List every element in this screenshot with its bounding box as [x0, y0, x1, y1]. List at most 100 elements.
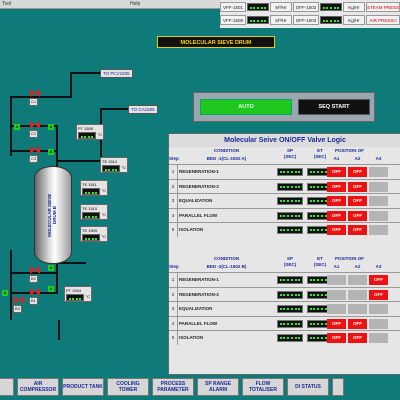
valve-icon[interactable]	[14, 296, 24, 304]
instrument-te1510[interactable]: TE 1510 °C	[80, 204, 108, 220]
valve-position-off[interactable]: OFF	[348, 225, 367, 235]
valve-status-icon: A	[48, 286, 54, 292]
valve-position-empty	[348, 289, 367, 300]
valve-icon[interactable]	[30, 266, 40, 274]
instrument-pt1504[interactable]: PT 1504 °C	[64, 286, 92, 302]
valve-status-icon: A	[48, 265, 54, 271]
sp-readout[interactable]	[277, 226, 303, 234]
nav-button[interactable]: AIR COMPRESSOR	[17, 378, 59, 396]
step-number: 5	[169, 223, 178, 237]
valve-label-c2: C2	[29, 130, 39, 138]
valve-position-empty	[348, 275, 367, 285]
menu-item-tool[interactable]: Tool	[2, 1, 11, 7]
valve-icon[interactable]	[30, 146, 40, 154]
instrument-unit: °C	[101, 188, 107, 193]
sp-readout[interactable]	[277, 182, 303, 191]
valve-position-off[interactable]: OFF	[348, 181, 367, 192]
column-header-position-col: A3	[375, 264, 382, 269]
flow-readout-3	[247, 16, 269, 24]
pipe	[10, 250, 12, 320]
nav-button[interactable]: SP RANGE ALARM	[197, 378, 239, 396]
valve-position-off[interactable]: OFF	[348, 196, 367, 206]
valve-icon[interactable]	[30, 121, 40, 129]
nav-button[interactable]: COOLING TOWER	[107, 378, 149, 396]
column-header-condition: CONDITION	[213, 148, 240, 153]
valve-position-off[interactable]: OFF	[327, 333, 346, 343]
flow-tag-3: VFF-1505	[220, 15, 246, 25]
valve-position-off[interactable]: OFF	[348, 333, 367, 343]
table-row: 5 ISOLATION OFF OFF	[169, 222, 400, 237]
instrument-te1511[interactable]: TE 1511 °C	[80, 180, 108, 196]
instrument-unit: °C	[97, 132, 103, 137]
sp-readout[interactable]	[277, 319, 303, 328]
sp-readout[interactable]	[277, 197, 303, 205]
sp-readout[interactable]	[277, 305, 303, 313]
valve-position-empty	[369, 318, 388, 329]
nav-button[interactable]: PROCESS PARAMETER	[152, 378, 194, 396]
valve-position-off[interactable]: OFF	[348, 318, 367, 329]
valve-position-off[interactable]: OFF	[327, 225, 346, 235]
step-number: 1	[169, 165, 178, 179]
flow-readout-2	[320, 3, 342, 11]
instrument-tag: TE 1509	[82, 228, 98, 233]
instrument-te1509[interactable]: TE 1509 °C	[80, 226, 108, 242]
destination-label: TO CA1506	[128, 105, 158, 114]
auto-button[interactable]: AUTO	[200, 99, 292, 115]
instrument-readout	[82, 234, 100, 241]
column-header-sp-unit: (SEC)	[283, 154, 297, 159]
column-header-position-col: A2	[354, 156, 361, 161]
instrument-te1514[interactable]: TE 1514 °C	[100, 157, 128, 173]
valve-position-off[interactable]: OFF	[327, 167, 346, 177]
nav-button[interactable]: DI STATUS	[287, 378, 329, 396]
nav-button[interactable]: FLOW TOTALISER	[242, 378, 284, 396]
valve-position-off[interactable]: OFF	[348, 167, 367, 177]
valve-position-empty	[327, 275, 346, 285]
sp-readout[interactable]	[277, 334, 303, 342]
step-number: 3	[169, 194, 178, 208]
pipe	[58, 320, 60, 340]
condition-label: EQUALIZATION	[179, 198, 213, 203]
column-header-step: Step	[169, 156, 179, 161]
nav-button[interactable]: PRODUCT TANK	[62, 378, 104, 396]
header-flow-panel: VFF-1501 M³/Hr OFF-1502 Kg/Hr STEAM PRES…	[220, 0, 400, 28]
valve-status-icon: A	[48, 124, 54, 130]
molecular-sieve-vessel[interactable]: MOLECULAR SIEVE DRUM B	[34, 166, 72, 264]
instrument-pt1505[interactable]: PT 1505 °C	[76, 124, 104, 140]
condition-label: EQUALIZATION	[179, 306, 213, 311]
column-header-position-col: A1	[333, 156, 340, 161]
column-header-position-col: A1	[333, 264, 340, 269]
steam-pressure-alarm: STEAM PRESS	[366, 2, 400, 12]
valve-icon[interactable]	[30, 89, 40, 97]
instrument-tag: PT 1504	[66, 288, 82, 293]
menu-item-help[interactable]: Help	[130, 1, 140, 7]
valve-label-b2: B2	[29, 275, 38, 283]
nav-button[interactable]	[332, 378, 344, 396]
valve-label-b3: B3	[13, 305, 22, 313]
sp-readout[interactable]	[277, 276, 303, 284]
valve-status-icon: A	[48, 149, 54, 155]
column-header-step: Step	[169, 264, 179, 269]
valve-position-off[interactable]: OFF	[327, 318, 346, 329]
valve-position-empty	[369, 196, 388, 206]
seq-start-button[interactable]: SEQ START	[298, 99, 370, 115]
column-header-position-col: A2	[354, 264, 361, 269]
column-header-sp-unit: (SEC)	[283, 262, 297, 267]
sp-readout[interactable]	[277, 168, 303, 176]
table-row: 5 ISOLATION OFF OFF	[169, 330, 400, 345]
valve-position-off[interactable]: OFF	[327, 196, 346, 206]
column-header-sp: SP	[286, 256, 293, 261]
sp-readout[interactable]	[277, 211, 303, 220]
flow-readout-1	[247, 3, 269, 11]
step-number: 4	[169, 316, 178, 331]
valve-position-off[interactable]: OFF	[369, 275, 388, 285]
valve-position-off[interactable]: OFF	[327, 210, 346, 221]
nav-button[interactable]	[0, 378, 14, 396]
valve-icon[interactable]	[30, 288, 40, 296]
valve-position-off[interactable]: OFF	[327, 181, 346, 192]
table-title: Molecular Seive ON/OFF Valve Logic	[169, 134, 400, 147]
valve-position-empty	[327, 289, 346, 300]
valve-position-off[interactable]: OFF	[369, 289, 388, 300]
valve-label-b1: B1	[29, 297, 38, 305]
valve-position-off[interactable]: OFF	[348, 210, 367, 221]
sp-readout[interactable]	[277, 290, 303, 299]
